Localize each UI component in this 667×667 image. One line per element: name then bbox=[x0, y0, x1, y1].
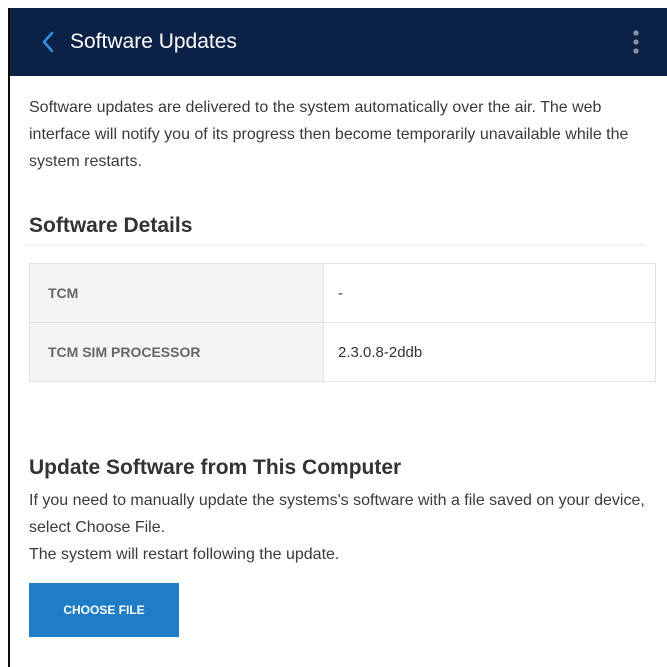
table-row: TCM SIM PROCESSOR 2.3.0.8-2ddb bbox=[29, 322, 656, 382]
table-row: TCM - bbox=[29, 263, 656, 323]
update-instructions-line: If you need to manually update the syste… bbox=[29, 492, 645, 536]
row-value: 2.3.0.8-2ddb bbox=[323, 322, 656, 382]
page-title: Software Updates bbox=[70, 30, 237, 53]
update-software-heading: Update Software from This Computer bbox=[29, 456, 402, 479]
intro-text: Software updates are delivered to the sy… bbox=[29, 99, 629, 170]
choose-file-button[interactable]: CHOOSE FILE bbox=[29, 583, 179, 637]
software-details-heading: Software Details bbox=[29, 214, 193, 237]
chevron-left-icon bbox=[42, 31, 54, 53]
vertical-dots-icon bbox=[633, 30, 639, 54]
row-value: - bbox=[323, 263, 656, 323]
app-header: Software Updates bbox=[10, 8, 667, 76]
back-button[interactable] bbox=[30, 8, 66, 76]
section-divider bbox=[25, 244, 645, 248]
update-restart-note: The system will restart following the up… bbox=[29, 546, 340, 563]
update-instructions: If you need to manually update the syste… bbox=[29, 487, 665, 568]
more-options-button[interactable] bbox=[621, 8, 651, 76]
software-details-table: TCM - TCM SIM PROCESSOR 2.3.0.8-2ddb bbox=[29, 263, 656, 382]
row-label: TCM bbox=[29, 263, 324, 323]
main-content: Software updates are delivered to the sy… bbox=[25, 94, 665, 637]
row-label: TCM SIM PROCESSOR bbox=[29, 322, 324, 382]
app-frame: Software Updates Software updates are de… bbox=[8, 8, 667, 667]
